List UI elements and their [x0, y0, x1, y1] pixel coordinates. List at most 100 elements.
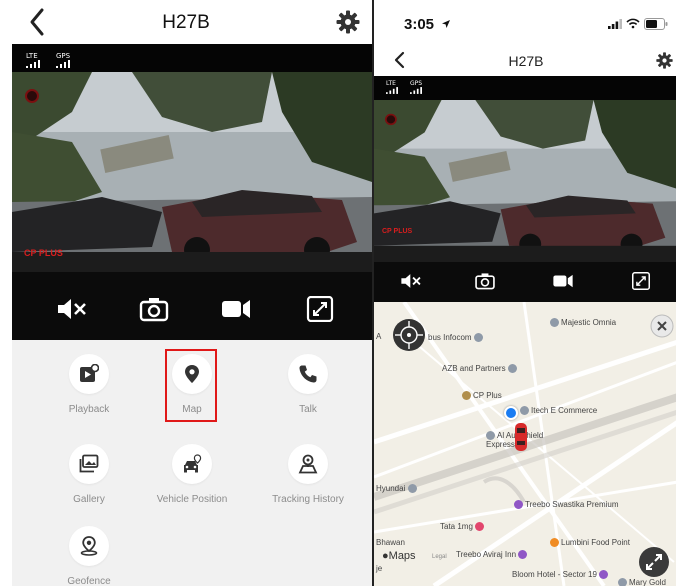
current-location-dot	[504, 406, 518, 420]
fullscreen-icon[interactable]	[630, 272, 652, 290]
map-edge-label: A	[376, 332, 382, 341]
gallery-icon	[79, 454, 99, 473]
menu-label: Vehicle Position	[156, 494, 228, 505]
lte-signal-icon: LTE	[386, 80, 398, 94]
menu-item-playback[interactable]: Playback	[39, 354, 139, 415]
mute-icon[interactable]	[56, 296, 88, 322]
menu-item-vehicle-position[interactable]: Vehicle Position	[142, 444, 242, 505]
lte-label: LTE	[386, 80, 396, 87]
pharmacy-icon	[475, 522, 485, 532]
dashcam-frame	[12, 72, 372, 272]
poi-azb-partners[interactable]: AZB and Partners	[442, 364, 519, 374]
gps-label: GPS	[410, 80, 423, 87]
battery-icon	[644, 18, 668, 30]
map-edge-label: je	[376, 564, 383, 573]
dashcam-frame	[374, 100, 676, 262]
vehicle-position-icon	[184, 454, 202, 473]
map-highlight-box	[165, 349, 217, 422]
poi-label: Itech E Commerce	[531, 406, 598, 415]
poi-label: AZB and Partners	[442, 364, 506, 373]
poi-label: Treebo Aviraj Inn	[456, 550, 517, 559]
video-controls-bar	[12, 272, 372, 340]
menu-item-geofence[interactable]: Geofence	[39, 526, 139, 586]
poi-label: Tata 1mg	[440, 522, 473, 531]
poi-treebo-swastika[interactable]: Treebo Swastika Premium	[514, 500, 619, 510]
menu-label: Playback	[68, 404, 110, 415]
maps-brand: Maps	[388, 550, 416, 562]
gear-icon[interactable]	[656, 52, 673, 69]
poi-label: CP Plus	[473, 391, 502, 400]
lte-signal-icon: LTE	[26, 52, 40, 68]
live-video-feed[interactable]: LTE GPS CP PLUS	[374, 76, 676, 262]
poi-bloom-hotel[interactable]: Bloom Hotel - Sector 19	[512, 570, 610, 580]
video-controls-bar	[374, 262, 676, 302]
legal-link[interactable]: Legal	[432, 554, 447, 560]
close-icon[interactable]	[650, 314, 674, 338]
gps-signal-icon: GPS	[56, 52, 70, 68]
poi-lumbini[interactable]: Lumbini Food Point	[550, 538, 630, 548]
gallery-icon-circle	[69, 444, 109, 484]
gear-icon[interactable]	[336, 10, 360, 34]
building-icon	[473, 333, 483, 343]
poi-hyundai[interactable]: Hyundai	[376, 484, 419, 494]
lte-label: LTE	[26, 52, 38, 60]
menu-item-tracking-history[interactable]: Tracking History	[258, 444, 358, 505]
hotel-icon	[514, 500, 523, 510]
poi-bus-infocom[interactable]: bus Infocom	[428, 333, 485, 343]
poi-label: Hyundai	[376, 484, 406, 493]
geofence-icon-circle	[69, 526, 109, 566]
apple-maps-logo: ●Maps	[382, 550, 416, 562]
geofence-icon	[80, 536, 98, 556]
gps-label: GPS	[56, 52, 71, 60]
mute-icon[interactable]	[400, 272, 422, 290]
right-header: H27B	[374, 44, 676, 76]
menu-label: Gallery	[73, 494, 105, 505]
status-time-text: 3:05	[404, 16, 435, 33]
talk-icon-circle	[288, 354, 328, 394]
building-icon	[520, 406, 529, 416]
camera-brand-watermark: CP PLUS	[24, 248, 63, 258]
gps-signal-icon: GPS	[410, 80, 422, 94]
record-icon[interactable]	[220, 296, 252, 322]
menu-label: Talk	[299, 404, 317, 415]
left-header: H27B	[0, 0, 372, 44]
apple-logo-icon: ●	[382, 550, 389, 562]
hotel-icon	[599, 570, 609, 580]
building-icon	[407, 484, 417, 494]
poi-tata-1mg[interactable]: Tata 1mg	[440, 522, 486, 532]
wifi-icon	[626, 18, 640, 29]
poi-label: Lumbini Food Point	[561, 538, 630, 547]
right-phone-screen: 3:05 H27B LTE GPS CP PLUS A bus Infocom …	[372, 0, 676, 586]
playback-icon-circle	[69, 354, 109, 394]
menu-label: Tracking History	[272, 494, 344, 505]
building-icon	[618, 578, 627, 586]
poi-treebo-aviraj[interactable]: Treebo Aviraj Inn	[456, 550, 529, 560]
screenshot-canvas: H27B LTE GPS CP PLUS Playback Map Talk G…	[0, 0, 676, 586]
page-title: H27B	[508, 53, 544, 69]
map-view[interactable]: A bus Infocom Majestic Omnia AZB and Par…	[374, 302, 676, 586]
record-icon[interactable]	[552, 272, 574, 290]
menu-item-talk[interactable]: Talk	[258, 354, 358, 415]
fullscreen-icon[interactable]	[304, 296, 336, 322]
cellular-signal-icon	[608, 19, 622, 29]
poi-itech[interactable]: Itech E Commerce	[520, 406, 598, 416]
poi-label: Bhawan	[376, 538, 405, 547]
compass-icon[interactable]	[392, 318, 426, 352]
camera-brand-watermark: CP PLUS	[382, 228, 413, 235]
live-video-feed[interactable]: LTE GPS CP PLUS	[12, 44, 372, 272]
poi-bhawan[interactable]: Bhawan	[376, 538, 405, 547]
restaurant-icon	[550, 538, 559, 548]
menu-item-gallery[interactable]: Gallery	[39, 444, 139, 505]
camera-icon[interactable]	[474, 272, 496, 290]
playback-icon	[80, 364, 99, 382]
building-icon	[462, 391, 471, 401]
expand-map-icon[interactable]	[638, 546, 670, 578]
camera-icon[interactable]	[138, 296, 170, 322]
poi-majestic-omnia[interactable]: Majestic Omnia	[550, 318, 616, 328]
poi-mary-gold[interactable]: Mary Gold	[618, 578, 666, 586]
car-marker-icon[interactable]	[514, 422, 528, 452]
poi-label: Mary Gold	[629, 578, 666, 586]
tracking-history-icon	[298, 454, 318, 474]
left-phone-screen: H27B LTE GPS CP PLUS Playback Map Talk G…	[0, 0, 372, 586]
poi-cp-plus[interactable]: CP Plus	[462, 391, 502, 401]
